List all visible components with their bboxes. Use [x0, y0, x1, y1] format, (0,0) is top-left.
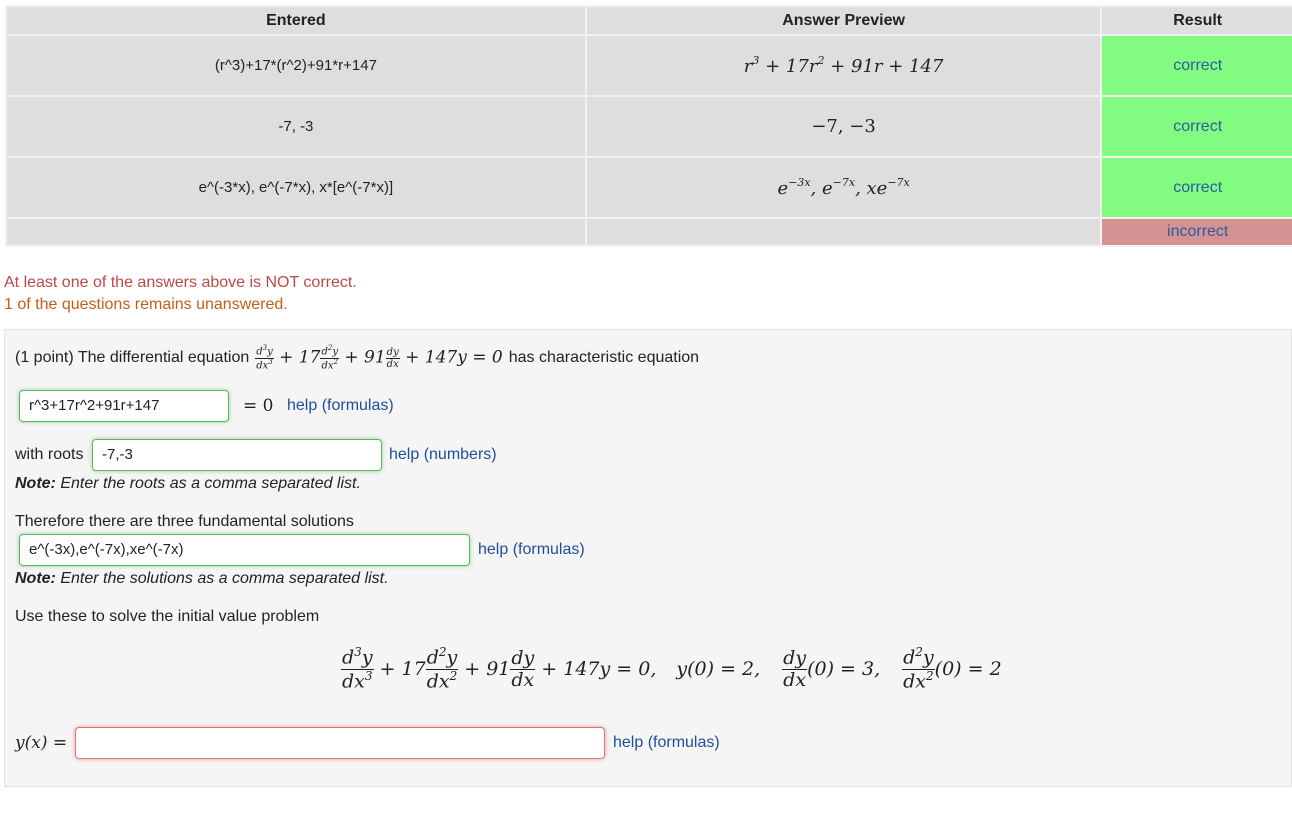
with-roots-label: with roots — [15, 446, 84, 463]
preview-cell: e−3x, e−7x, xe−7x — [584, 156, 1103, 219]
result-cell: correct — [1100, 95, 1292, 158]
preview-cell: −7, −3 — [584, 95, 1103, 158]
roots-input[interactable]: -7,-3 — [92, 439, 382, 471]
header-entered: Entered — [5, 5, 587, 36]
entered-cell: -7, -3 — [5, 95, 587, 158]
solutions-note: Note: Enter the solutions as a comma sep… — [15, 570, 389, 588]
help-formulas-link[interactable]: help (formulas) — [287, 397, 394, 415]
result-cell: correct — [1100, 34, 1292, 97]
header-result: Result — [1100, 5, 1292, 36]
result-cell: incorrect — [1100, 217, 1292, 247]
initial-value-problem: d3y dx3 + 17 d2y dx2 + 91 dy dx + 147y = 0, y… — [341, 645, 1002, 692]
preview-cell: r3 + 17r2 + 91r + 147 — [584, 34, 1103, 97]
help-formulas-link[interactable]: help (formulas) — [478, 541, 585, 559]
result-cell: correct — [1100, 156, 1292, 219]
table-row: (r^3)+17*(r^2)+91*r+147 r3 + 17r2 + 91r … — [5, 34, 1292, 97]
note-roots-text: Enter the roots as a comma separated lis… — [60, 475, 361, 492]
has-characteristic-text: has characteristic equation — [508, 349, 700, 366]
problem-box: (1 point) The differential equation d3y d… — [4, 329, 1292, 787]
differential-equation: d3y dx3 + 17 d2y dx2 + 91 dy dx + 147y = 0 — [255, 344, 503, 371]
preview-cell — [584, 217, 1103, 247]
solution-input[interactable] — [75, 727, 605, 759]
unanswered-message: 1 of the questions remains unanswered. — [4, 296, 288, 313]
table-row: e^(-3*x), e^(-7*x), x*[e^(-7*x)] e−3x, e… — [5, 156, 1292, 219]
y-of-x-label: y(x) = — [15, 733, 68, 753]
entered-cell: e^(-3*x), e^(-7*x), x*[e^(-7*x)] — [5, 156, 587, 219]
help-formulas-link[interactable]: help (formulas) — [613, 734, 720, 752]
note-label: Note: — [15, 570, 56, 587]
characteristic-equation-input[interactable]: r^3+17r^2+91r+147 — [19, 390, 229, 422]
help-numbers-link[interactable]: help (numbers) — [389, 446, 497, 464]
note-solutions-text: Enter the solutions as a comma separated… — [60, 570, 389, 587]
header-answer-preview: Answer Preview — [584, 5, 1103, 36]
use-these-text: Use these to solve the initial value pro… — [15, 608, 320, 625]
problem-intro: (1 point) The differential equation — [15, 349, 250, 366]
note-label: Note: — [15, 475, 56, 492]
table-row: -7, -3 −7, −3 correct — [5, 95, 1292, 158]
equals-zero: = 0 — [243, 396, 274, 416]
results-table: Entered Answer Preview Result (r^3)+17*(… — [5, 5, 1292, 247]
entered-cell — [5, 217, 587, 247]
fundamental-solutions-text: Therefore there are three fundamental so… — [15, 513, 354, 530]
fundamental-solutions-input[interactable]: e^(-3x),e^(-7x),xe^(-7x) — [19, 534, 470, 566]
table-header-row: Entered Answer Preview Result — [5, 5, 1292, 36]
table-row: incorrect — [5, 217, 1292, 247]
not-correct-message: At least one of the answers above is NOT… — [4, 274, 357, 291]
problem-statement: (1 point) The differential equation d3y d… — [15, 340, 699, 376]
entered-cell: (r^3)+17*(r^2)+91*r+147 — [5, 34, 587, 97]
roots-note: Note: Enter the roots as a comma separat… — [15, 475, 361, 493]
